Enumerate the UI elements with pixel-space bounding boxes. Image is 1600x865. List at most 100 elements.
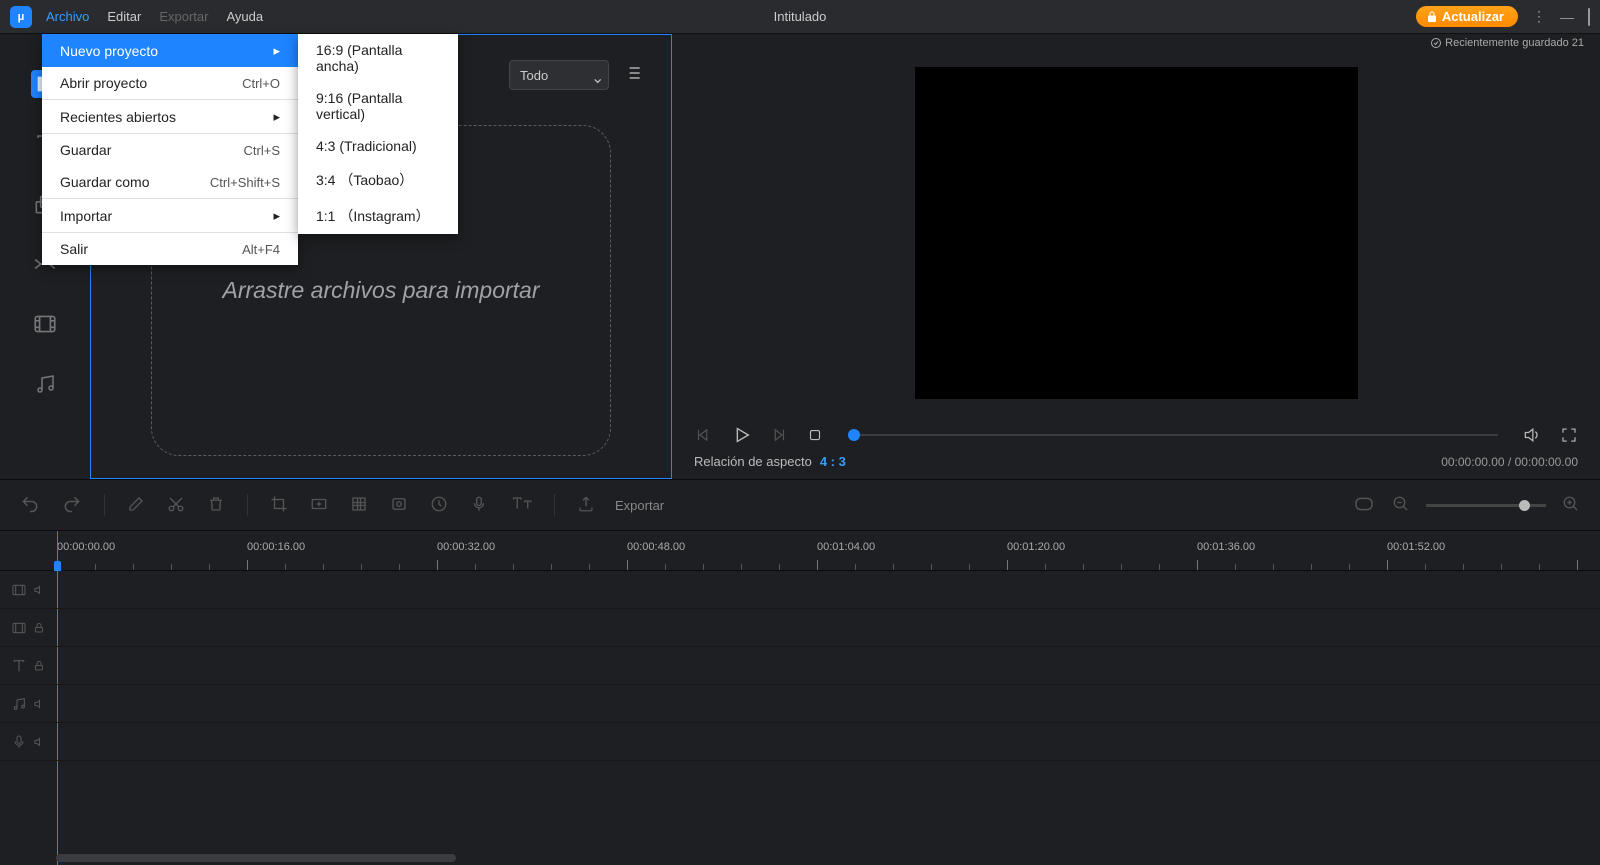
cut-icon[interactable]	[165, 493, 187, 518]
stop-button[interactable]	[806, 426, 824, 444]
speed-icon[interactable]	[428, 493, 450, 518]
aspect-option-3-4[interactable]: 3:4 （Taobao）	[298, 162, 458, 198]
lock-icon	[33, 660, 45, 672]
sidebar-music-icon[interactable]	[31, 370, 59, 398]
transport-controls	[688, 414, 1584, 452]
volume-button[interactable]	[1522, 425, 1542, 445]
scrub-slider[interactable]	[848, 434, 1498, 436]
maximize-button[interactable]	[1588, 9, 1590, 25]
ruler-mark: 00:00:48.00	[627, 541, 685, 553]
preview-viewport	[688, 52, 1584, 414]
timeline-ruler[interactable]: 00:00:00.00 00:00:16.00 00:00:32.00 00:00:4…	[0, 531, 1600, 571]
titlebar: μ Archivo Editar Exportar Ayuda Intitula…	[0, 0, 1600, 34]
redo-button[interactable]	[60, 492, 84, 519]
volume-icon	[33, 736, 45, 748]
record-icon[interactable]	[388, 493, 410, 518]
fullscreen-button[interactable]	[1560, 426, 1578, 444]
mic-icon[interactable]	[468, 493, 490, 518]
menu-item-importar[interactable]: Importar	[42, 199, 298, 232]
prev-frame-button[interactable]	[694, 426, 712, 444]
sidebar-film-icon[interactable]	[31, 310, 59, 338]
film-icon	[11, 582, 27, 598]
track-voice[interactable]	[0, 723, 1600, 761]
update-button[interactable]: Actualizar	[1416, 6, 1518, 27]
aspect-option-1-1[interactable]: 1:1 （Instagram）	[298, 198, 458, 234]
menu-item-label: Guardar	[60, 142, 111, 158]
menu-ayuda[interactable]: Ayuda	[226, 9, 263, 24]
menu-item-guardar-como[interactable]: Guardar como Ctrl+Shift+S	[42, 166, 298, 198]
zoom-knob[interactable]	[1519, 500, 1530, 511]
shortcut: Alt+F4	[242, 242, 280, 257]
delete-icon[interactable]	[205, 493, 227, 518]
text-effect-icon[interactable]	[508, 493, 534, 518]
track-text[interactable]	[0, 647, 1600, 685]
export-icon[interactable]	[575, 493, 597, 518]
menu-exportar[interactable]: Exportar	[159, 9, 208, 24]
media-filter-select[interactable]: Todo	[509, 60, 609, 90]
zoom-fit-icon[interactable]	[1352, 494, 1376, 517]
chevron-right-icon	[273, 207, 280, 224]
zoom-out-icon[interactable]	[1390, 493, 1412, 518]
aspect-label: Relación de aspecto	[694, 454, 812, 469]
new-project-submenu: 16:9 (Pantalla ancha) 9:16 (Pantalla ver…	[298, 34, 458, 234]
menu-item-label: Recientes abiertos	[60, 109, 176, 125]
menu-editar[interactable]: Editar	[107, 9, 141, 24]
aspect-option-4-3[interactable]: 4:3 (Tradicional)	[298, 130, 458, 162]
file-menu-dropdown: Nuevo proyecto Abrir proyecto Ctrl+O Rec…	[42, 34, 298, 265]
ruler-mark: 00:00:00.00	[57, 541, 115, 553]
menu-item-salir[interactable]: Salir Alt+F4	[42, 233, 298, 265]
chevron-right-icon	[273, 42, 280, 59]
ruler-mark: 00:01:04.00	[817, 541, 875, 553]
minimize-button[interactable]: —	[1560, 9, 1574, 25]
zoom-slider[interactable]	[1426, 504, 1546, 507]
volume-icon	[33, 584, 45, 596]
shortcut: Ctrl+O	[242, 76, 280, 91]
lock-icon	[1426, 11, 1438, 23]
edit-icon[interactable]	[125, 493, 147, 518]
timeline-toolbar: Exportar	[0, 479, 1600, 531]
menu-item-recientes[interactable]: Recientes abiertos	[42, 100, 298, 133]
update-label: Actualizar	[1442, 9, 1504, 24]
menu-item-label: Nuevo proyecto	[60, 43, 158, 59]
timeline[interactable]: 00:00:00.00 00:00:16.00 00:00:32.00 00:00:4…	[0, 531, 1600, 865]
list-view-icon[interactable]	[623, 63, 643, 88]
grid-icon[interactable]	[348, 493, 370, 518]
add-clip-icon[interactable]	[308, 493, 330, 518]
scrub-knob[interactable]	[848, 429, 860, 441]
music-icon	[11, 696, 27, 712]
menu-archivo[interactable]: Archivo	[46, 9, 89, 24]
play-button[interactable]	[730, 424, 752, 446]
ruler-mark: 00:00:32.00	[437, 541, 495, 553]
mic-icon	[11, 734, 27, 750]
menu-item-abrir-proyecto[interactable]: Abrir proyecto Ctrl+O	[42, 67, 298, 99]
document-title: Intitulado	[774, 9, 827, 24]
aspect-option-16-9[interactable]: 16:9 (Pantalla ancha)	[298, 34, 458, 82]
timeline-scrollbar[interactable]	[56, 854, 456, 862]
menu-item-label: Importar	[60, 208, 112, 224]
ruler-mark: 00:01:20.00	[1007, 541, 1065, 553]
lock-icon	[33, 622, 45, 634]
zoom-in-icon[interactable]	[1560, 493, 1582, 518]
track-audio[interactable]	[0, 685, 1600, 723]
volume-icon	[33, 698, 45, 710]
crop-icon[interactable]	[268, 493, 290, 518]
next-frame-button[interactable]	[770, 426, 788, 444]
track-video-2[interactable]	[0, 609, 1600, 647]
timeline-tracks	[0, 571, 1600, 853]
export-label[interactable]: Exportar	[615, 498, 664, 513]
preview-canvas[interactable]	[915, 67, 1358, 399]
menu-item-label: Abrir proyecto	[60, 75, 147, 91]
ruler-mark: 00:01:36.00	[1197, 541, 1255, 553]
undo-button[interactable]	[18, 492, 42, 519]
kebab-icon[interactable]: ⋮	[1532, 8, 1546, 25]
menu-item-label: Salir	[60, 241, 88, 257]
menu-item-nuevo-proyecto[interactable]: Nuevo proyecto	[42, 34, 298, 67]
aspect-option-9-16[interactable]: 9:16 (Pantalla vertical)	[298, 82, 458, 130]
aspect-value[interactable]: 4 : 3	[820, 454, 846, 469]
menu-item-guardar[interactable]: Guardar Ctrl+S	[42, 134, 298, 166]
ruler-mark: 00:01:52.00	[1387, 541, 1445, 553]
ruler-mark: 00:00:16.00	[247, 541, 305, 553]
shortcut: Ctrl+Shift+S	[210, 175, 280, 190]
track-video-1[interactable]	[0, 571, 1600, 609]
dropzone-label: Arrastre archivos para importar	[223, 277, 540, 304]
